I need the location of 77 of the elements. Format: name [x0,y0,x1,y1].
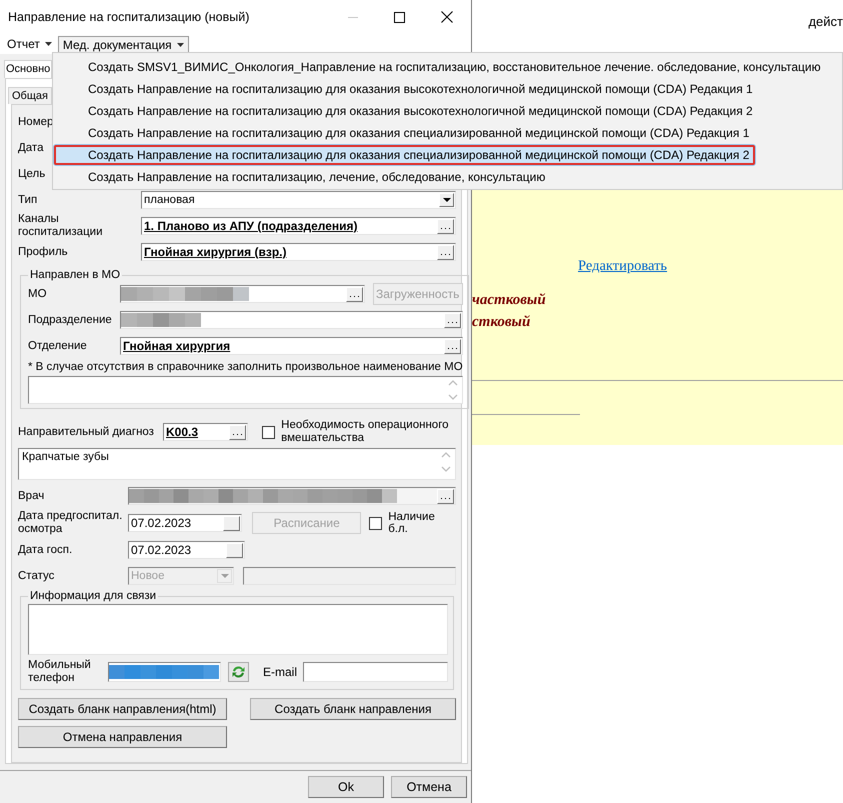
group-title: Информация для связи [29,590,158,602]
ellipsis-button[interactable] [437,244,454,260]
field-label: Статус [18,570,54,582]
page-header-text: дейст [808,14,843,29]
field-label: МО [28,288,47,300]
ellipsis-button[interactable] [444,338,461,354]
field-label: Дата предгоспитал. осмотра [18,510,124,536]
caret-icon [176,42,184,46]
doctor-type-text: стковый [472,313,530,332]
lookup-field[interactable]: Гнойная хирургия (взр.) [141,243,456,261]
menu-item[interactable]: Отчет [3,36,56,52]
create-form-html-button[interactable]: Создать бланк направления(html) [18,698,227,720]
ellipsis-button[interactable] [437,218,454,234]
ellipsis-button[interactable] [228,424,246,440]
doctor-type-text: частковый [472,291,546,310]
maximize-icon[interactable] [394,12,405,22]
close-icon[interactable] [441,11,453,23]
scroll-arrows-icon [448,379,458,401]
email-field[interactable] [303,662,448,682]
checkbox-label: Наличие б.л. [388,511,436,535]
field-label: Профиль [18,246,68,258]
lookup-field[interactable] [120,285,365,303]
edit-link[interactable]: Редактировать [578,258,668,275]
group-title: Направлен в МО [29,269,122,281]
refresh-icon [231,665,246,679]
calendar-button[interactable] [223,516,240,530]
text-area[interactable] [28,376,463,404]
date-field[interactable]: 07.02.2023 [128,541,245,559]
lookup-field[interactable] [128,487,456,505]
menu-option[interactable]: Создать Направление на госпитализацию для оказания высокотехнологичной медицинской помощи (CDA) Редакция 1 [53,78,842,100]
field-label: Отделение [28,340,87,352]
text-area[interactable]: Крапчатые зубы [18,448,456,480]
caret-icon [44,42,52,46]
calendar-button[interactable] [226,542,243,558]
ellipsis-button[interactable] [437,488,454,504]
text-field[interactable] [243,567,456,585]
checkbox-label: Необходимость операционного вмешательства [281,419,450,445]
tab[interactable]: Основно [4,60,52,78]
field-label: Дата [18,142,44,154]
field-label: Номер [18,116,54,128]
field-label: Мобильный телефон [28,659,92,685]
field-label: Врач [18,490,44,502]
caret-icon [442,198,450,202]
menu-option[interactable]: Создать SMSV1_ВИМИС_Онкология_Направление на госпитализацию, восстановительное лечение. обследование, консультацию [53,56,842,78]
field-label: Каналы госпитализации [18,213,104,239]
cancel-referral-button[interactable]: Отмена направления [18,726,227,748]
menu-option[interactable]: Создать Направление на госпитализацию, лечение, обследование, консультацию [53,166,842,188]
field-label: Тип [18,194,38,206]
menu-option[interactable]: Создать Направление на госпитализацию для оказания специализированной медицинской помощи (CDA) Редакция 1 [53,122,842,144]
lookup-field[interactable]: 1. Планово из АПУ (подразделения) [141,217,456,235]
date-field[interactable]: 07.02.2023 [128,514,242,532]
text-area[interactable] [28,604,448,655]
scroll-arrows-icon [441,451,451,473]
dropdown-field[interactable]: плановая [141,191,456,209]
field-label: E-mail [263,665,298,679]
checkbox[interactable] [369,516,382,530]
tab[interactable]: Общая [8,87,52,104]
hint-text: * В случае отсутствия в справочнике заполнить произвольное наименование МО [28,361,463,373]
menu-option[interactable]: Создать Направление на госпитализацию для оказания высокотехнологичной медицинской помощи (CDA) Редакция 2 [53,100,842,122]
checkbox[interactable] [262,426,276,438]
ok-button[interactable]: Ok [308,776,384,798]
refresh-button[interactable] [228,662,249,682]
field-label: Подразделение [28,314,112,326]
lookup-field[interactable] [120,311,463,329]
field-label: Направительный диагноз [18,426,155,438]
window-title: Направление на госпитализацию (новый) [8,10,250,24]
ellipsis-button[interactable] [444,312,461,328]
field-label: Дата госп. [18,544,72,556]
cancel-button[interactable]: Отмена [391,776,467,798]
caret-icon [220,574,228,578]
lookup-field[interactable]: Гнойная хирургия [120,337,463,355]
menu-item[interactable]: Мед. документация [58,36,189,52]
menu-option[interactable]: Создать Направление на госпитализацию для оказания специализированной медицинской помощи (CDA) Редакция 2 [53,144,756,166]
create-form-button[interactable]: Создать бланк направления [250,698,456,720]
lookup-field[interactable]: K00.3 [163,423,248,441]
ellipsis-button[interactable] [346,286,363,302]
field-label: Цель [18,168,46,180]
